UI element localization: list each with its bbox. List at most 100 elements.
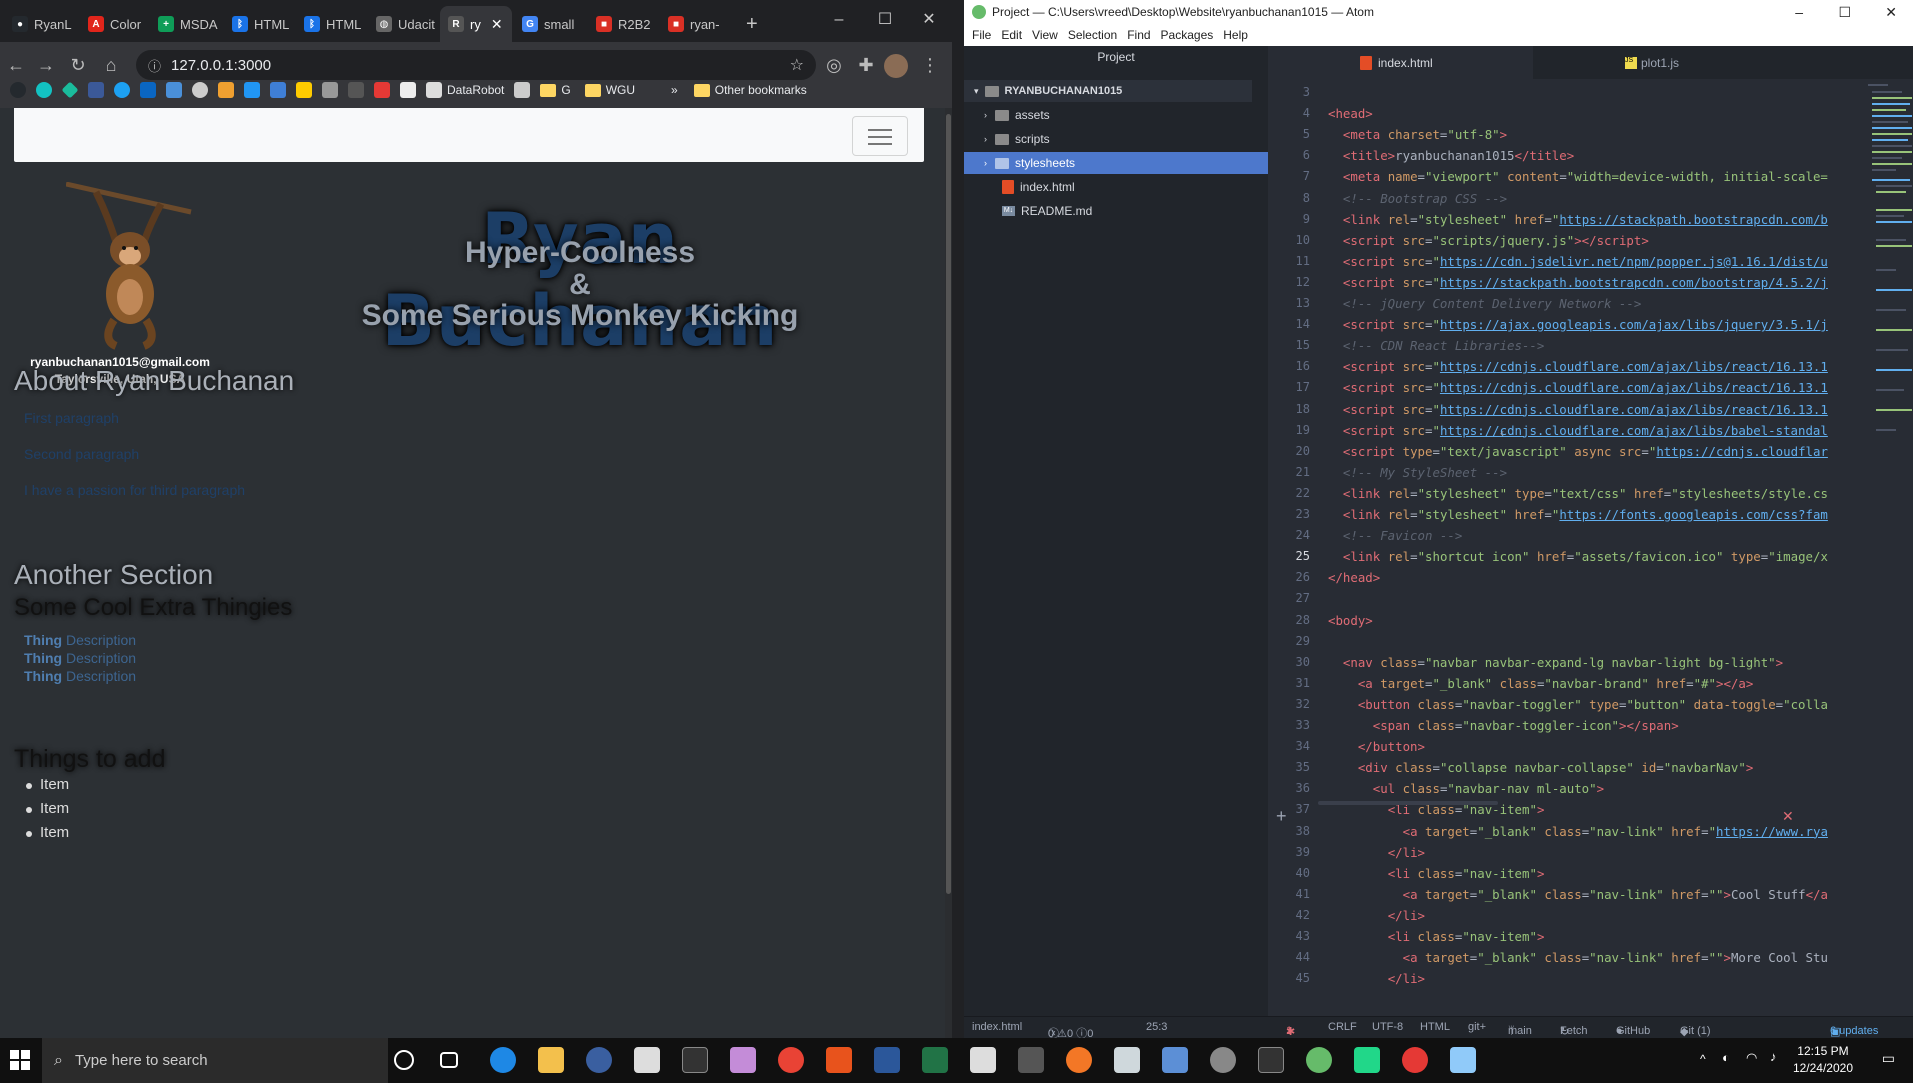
code-line[interactable]: <head>	[1328, 106, 1373, 121]
bookmark-8[interactable]	[296, 82, 312, 98]
code-line[interactable]: <span class="navbar-toggler-icon"></span…	[1328, 718, 1679, 733]
code-line[interactable]: </head>	[1328, 570, 1380, 585]
status-line-ending[interactable]: CRLF	[1328, 1021, 1357, 1033]
wifi-icon[interactable]: ◠	[1746, 1050, 1757, 1066]
word-icon[interactable]	[874, 1047, 900, 1073]
code-line[interactable]: <a target="_blank" class="nav-link" href…	[1328, 950, 1828, 965]
tree-item-readme[interactable]: M↓ README.md	[964, 200, 1268, 222]
code-line[interactable]: <!-- jQuery Content Delivery Network -->	[1328, 296, 1641, 311]
add-icon[interactable]: +	[1276, 806, 1287, 827]
status-encoding[interactable]: UTF-8	[1372, 1021, 1403, 1033]
tree-item-index-html[interactable]: index.html	[964, 176, 1268, 198]
close-icon[interactable]: ✕	[1782, 808, 1794, 825]
code-line[interactable]: <a target="_blank" class="nav-link" href…	[1328, 824, 1828, 839]
notification-icon[interactable]: ▭	[1882, 1050, 1895, 1067]
code-line[interactable]: <script src="https://cdn.jsdelivr.net/np…	[1328, 254, 1828, 269]
browser-tab[interactable]: ◍ Udacit	[368, 6, 440, 42]
app-icon[interactable]	[1210, 1047, 1236, 1073]
bookmark-7[interactable]	[270, 82, 286, 98]
task-view-icon[interactable]	[440, 1052, 458, 1068]
close-window-button[interactable]: ✕	[1885, 4, 1897, 21]
tree-root[interactable]: ▾ RYANBUCHANAN1015	[964, 80, 1252, 102]
menu-file[interactable]: File	[972, 28, 991, 42]
close-window-button[interactable]: ✕	[906, 0, 952, 42]
code-line[interactable]: <a target="_blank" class="nav-link" href…	[1328, 887, 1828, 902]
office-icon[interactable]	[826, 1047, 852, 1073]
tree-item-stylesheets[interactable]: › stylesheets	[964, 152, 1268, 174]
code-line[interactable]: <a target="_blank" class="navbar-brand" …	[1328, 676, 1753, 691]
code-line[interactable]: <!-- CDN React Libraries-->	[1328, 338, 1544, 353]
tab-plot1-js[interactable]: JS plot1.js	[1533, 46, 1803, 79]
tray-chevron-icon[interactable]: ^	[1700, 1052, 1706, 1066]
code-line[interactable]: <li class="nav-item">	[1328, 929, 1545, 944]
chrome-icon[interactable]	[778, 1047, 804, 1073]
bookmark-5[interactable]	[218, 82, 234, 98]
more-bookmarks[interactable]: »	[671, 83, 678, 97]
status-file[interactable]: index.html	[972, 1021, 1022, 1033]
bookmark-9[interactable]	[322, 82, 338, 98]
pycharm-icon[interactable]	[1354, 1047, 1380, 1073]
maximize-button[interactable]: ☐	[1838, 4, 1851, 21]
minimize-button[interactable]: –	[1795, 4, 1803, 20]
browser-tab[interactable]: ■ R2B2	[588, 6, 658, 42]
code-line[interactable]: </button>	[1328, 739, 1425, 754]
code-line[interactable]: <button class="navbar-toggler" type="but…	[1328, 697, 1828, 712]
bookmark-1[interactable]	[36, 82, 52, 98]
browser-tab-active[interactable]: Rry ✕	[440, 6, 512, 42]
new-tab-button[interactable]: +	[738, 6, 768, 42]
terminal-icon[interactable]	[682, 1047, 708, 1073]
code-line[interactable]: <ul class="navbar-nav ml-auto">	[1328, 781, 1604, 796]
bookmark-folder-wgu[interactable]: WGU	[584, 83, 635, 97]
status-grammar[interactable]: HTML	[1420, 1021, 1450, 1033]
code-line[interactable]: <script src="https://cdnjs.cloudflare.co…	[1328, 359, 1828, 374]
menu-edit[interactable]: Edit	[1001, 28, 1022, 42]
menu-packages[interactable]: Packages	[1161, 28, 1214, 42]
bookmark-4[interactable]	[192, 82, 208, 98]
bookmark-6[interactable]	[244, 82, 260, 98]
navbar-toggler-button[interactable]	[852, 116, 908, 156]
tree-item-assets[interactable]: › assets	[964, 104, 1268, 126]
terminal-icon[interactable]	[1258, 1047, 1284, 1073]
bookmark-13[interactable]	[514, 82, 531, 98]
browser-tab[interactable]: ᛒ HTML	[296, 6, 362, 42]
tree-item-scripts[interactable]: › scripts	[964, 128, 1268, 150]
menu-find[interactable]: Find	[1127, 28, 1150, 42]
page-scrollbar-thumb[interactable]	[946, 114, 951, 894]
code-line[interactable]: <!-- Bootstrap CSS -->	[1328, 191, 1507, 206]
bookmark-11[interactable]	[374, 82, 390, 98]
app-icon[interactable]	[1450, 1047, 1476, 1073]
windows-start-icon[interactable]	[10, 1050, 30, 1070]
code-line[interactable]: <script src="https://ajax.googleapis.com…	[1328, 317, 1828, 332]
edge-icon[interactable]	[490, 1047, 516, 1073]
system-clock[interactable]: 12:15 PM 12/24/2020	[1793, 1043, 1853, 1077]
app-icon[interactable]	[1402, 1047, 1428, 1073]
code-line[interactable]: <link rel="stylesheet" href="https://sta…	[1328, 212, 1828, 227]
bookmark-linkedin[interactable]	[140, 82, 156, 98]
app-icon[interactable]	[634, 1047, 660, 1073]
browser-tab[interactable]: ● RyanL	[4, 6, 78, 42]
bookmark-twitter[interactable]	[114, 82, 130, 98]
atom-icon[interactable]	[1306, 1047, 1332, 1073]
code-line[interactable]: <body>	[1328, 613, 1373, 628]
code-line[interactable]: <li class="nav-item">	[1328, 866, 1545, 881]
code-line[interactable]: <script src="scripts/jquery.js"></script…	[1328, 233, 1649, 248]
code-line[interactable]: <script src="https://stackpath.bootstrap…	[1328, 275, 1828, 290]
bookmark-2[interactable]	[61, 81, 79, 99]
code-line[interactable]: <script src="https://cdnjs.cloudflare.co…	[1328, 380, 1828, 395]
volume-icon[interactable]: ♪	[1770, 1049, 1777, 1064]
minimap[interactable]	[1828, 79, 1913, 499]
app-icon[interactable]	[730, 1047, 756, 1073]
status-git-plus[interactable]: git+	[1468, 1021, 1486, 1033]
close-tab-icon[interactable]: ✕	[491, 16, 503, 33]
code-line[interactable]: <meta charset="utf-8">	[1328, 127, 1507, 142]
chevron-left-icon[interactable]: ‹	[1500, 426, 1504, 440]
app-icon[interactable]	[1162, 1047, 1188, 1073]
bookmark-3[interactable]	[166, 82, 182, 98]
code-line[interactable]: <!-- Favicon -->	[1328, 528, 1462, 543]
bookmark-folder-g[interactable]: G	[540, 83, 571, 97]
bookmark-12[interactable]	[400, 82, 416, 98]
browser-tab[interactable]: ᛒ HTML	[224, 6, 290, 42]
jupyter-icon[interactable]	[1066, 1047, 1092, 1073]
horizontal-scrollbar[interactable]	[1318, 801, 1498, 805]
bookmark-datarobot[interactable]: DataRobot	[426, 82, 504, 98]
